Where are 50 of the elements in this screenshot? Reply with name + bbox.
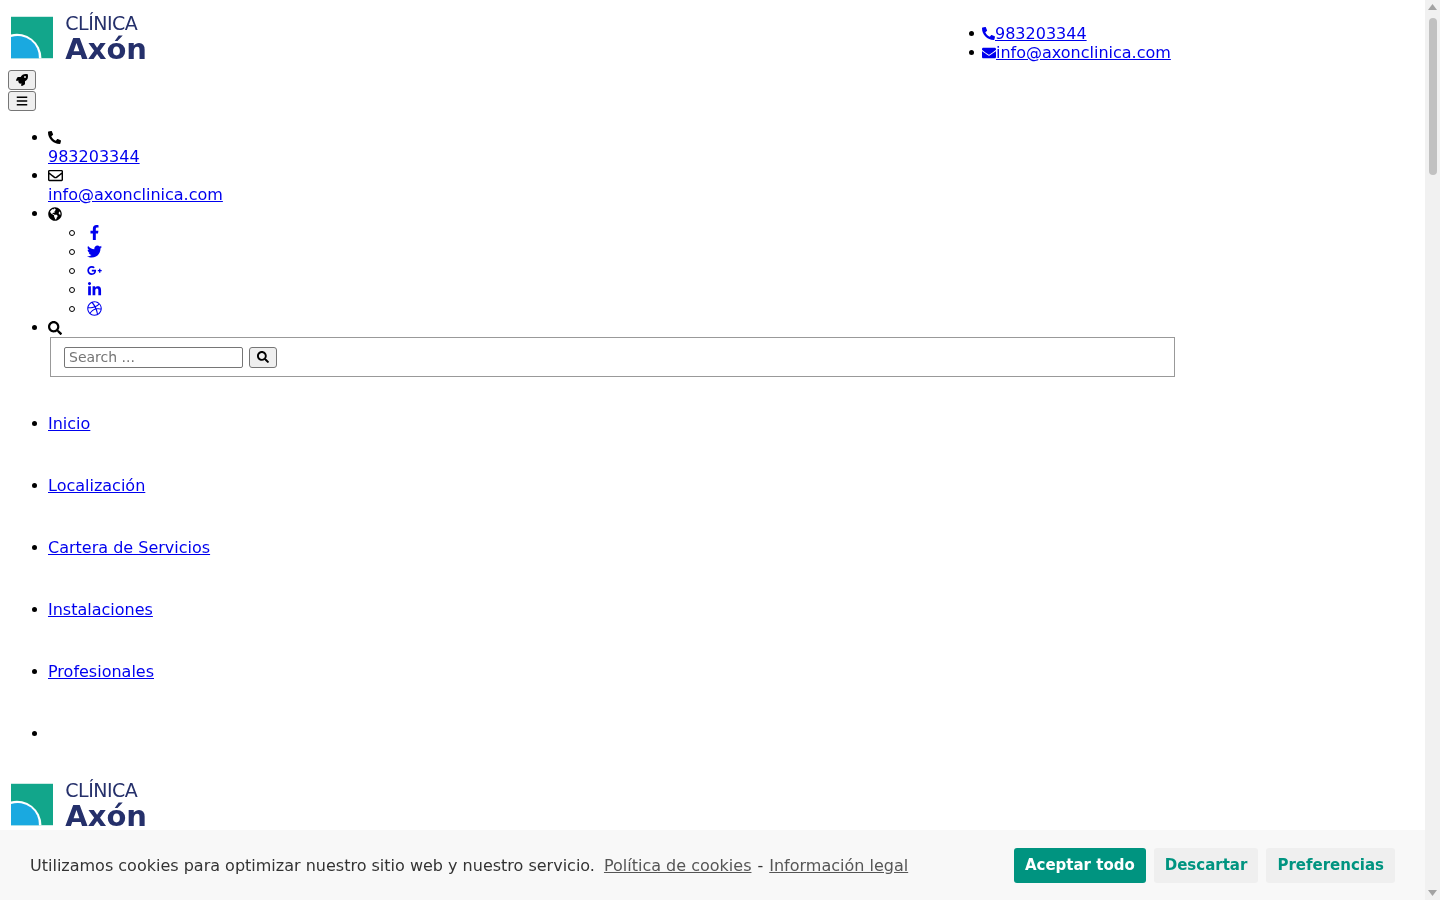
search-icon xyxy=(48,320,62,335)
nav-link[interactable]: Localización xyxy=(48,476,146,495)
bullet-icon xyxy=(32,669,37,674)
bullet-icon xyxy=(32,545,37,550)
nav-link[interactable]: Inicio xyxy=(48,414,91,433)
rocket-icon xyxy=(16,74,28,86)
phone-link[interactable]: 983203344 xyxy=(982,24,1087,43)
search-icon xyxy=(257,351,269,363)
bullet-icon xyxy=(969,31,974,36)
logo-text: CLÍNICA xyxy=(65,14,139,33)
bullet-icon xyxy=(969,50,974,55)
legal-info-link[interactable]: Información legal xyxy=(769,855,909,875)
bullet-icon xyxy=(32,325,37,330)
envelope-icon xyxy=(48,168,63,183)
email-link[interactable]: info@axonclinica.com xyxy=(48,185,223,204)
bullet-icon xyxy=(32,607,37,612)
twitter-icon[interactable] xyxy=(87,244,102,259)
menu-button[interactable] xyxy=(8,91,36,111)
phone-link[interactable]: 983203344 xyxy=(48,147,140,166)
bullet-icon xyxy=(32,211,37,216)
nav-link[interactable]: Profesionales xyxy=(48,662,154,681)
facebook-icon[interactable] xyxy=(87,225,102,240)
search-button[interactable] xyxy=(249,346,277,368)
scrollbar-thumb[interactable] xyxy=(1428,18,1437,175)
search-field[interactable]: Search ... xyxy=(64,346,243,368)
cookie-policy-link[interactable]: Política de cookies xyxy=(603,855,752,875)
bullet-icon xyxy=(32,483,37,488)
nav-link[interactable]: Cartera de Servicios xyxy=(48,538,211,557)
bullet-icon xyxy=(32,421,37,426)
email-link[interactable]: info@axonclinica.com xyxy=(982,43,1171,62)
separator-text: - xyxy=(757,855,764,875)
nav-link[interactable]: Instalaciones xyxy=(48,600,153,619)
cookie-message: Utilizamos cookies para optimizar nuestro sitio web y nuestro servicio. xyxy=(30,855,595,875)
logo-text: Axón xyxy=(65,35,147,64)
phone-icon xyxy=(982,27,995,40)
envelope-icon xyxy=(982,45,996,60)
google-plus-icon[interactable] xyxy=(87,263,102,278)
globe-icon xyxy=(48,206,62,221)
bullet-icon xyxy=(32,135,37,140)
linkedin-icon[interactable] xyxy=(87,282,102,297)
menu-icon xyxy=(16,95,28,107)
logo-text: CLÍNICA xyxy=(65,781,139,800)
cookie-button[interactable]: Aceptar todo xyxy=(1013,847,1146,883)
phone-icon xyxy=(48,131,61,144)
rocket-button[interactable] xyxy=(8,70,36,90)
dribbble-icon[interactable] xyxy=(87,301,102,316)
bullet-icon xyxy=(32,731,37,736)
bullet-icon xyxy=(32,173,37,178)
scrollbar[interactable] xyxy=(1425,0,1440,900)
logo-text: Axón xyxy=(65,802,147,831)
